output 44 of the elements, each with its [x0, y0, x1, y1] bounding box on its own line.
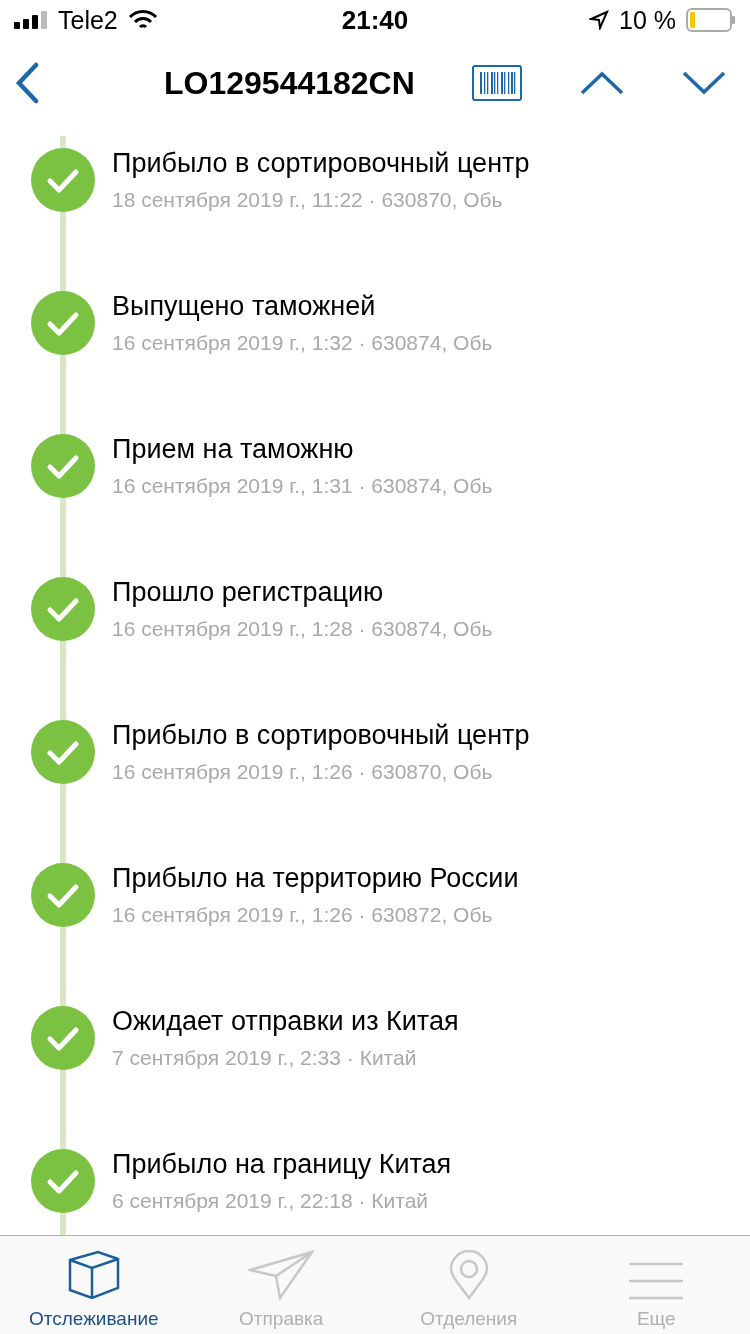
tab-bar-item[interactable]: Отслеживание — [0, 1236, 188, 1334]
carrier-name: Tele2 — [58, 5, 118, 35]
check-circle-icon — [31, 291, 95, 355]
check-circle-icon — [31, 577, 95, 641]
check-circle-icon — [31, 1006, 95, 1070]
event-title: Прибыло в сортировочный центр — [112, 719, 530, 752]
event-details: 16 сентября 2019 г., 1:31 · 630874, Обь — [112, 473, 493, 499]
paper-plane-icon — [248, 1250, 315, 1300]
map-pin-icon — [448, 1250, 489, 1300]
tab-bar-item[interactable]: Еще — [562, 1236, 750, 1334]
event-title: Прибыло на территорию России — [112, 862, 519, 895]
check-circle-icon — [31, 148, 95, 212]
chevron-up-icon[interactable] — [580, 71, 624, 95]
cube-icon — [67, 1250, 120, 1300]
wifi-icon — [127, 9, 158, 31]
event-details: 18 сентября 2019 г., 11:22 · 630870, Обь — [112, 187, 504, 213]
back-icon[interactable] — [14, 62, 40, 104]
check-circle-icon — [31, 863, 95, 927]
signal-icon — [14, 11, 48, 29]
battery-percent: 10 % — [619, 5, 676, 35]
tracking-number: LO129544182CN — [164, 64, 415, 102]
event-details: 6 сентября 2019 г., 22:18 · Китай — [112, 1188, 430, 1214]
event-details: 16 сентября 2019 г., 1:28 · 630874, Обь — [112, 616, 493, 642]
barcode-icon[interactable] — [472, 65, 522, 101]
event-details: 16 сентября 2019 г., 1:32 · 630874, Обь — [112, 330, 493, 356]
event-title: Прибыло на границу Китая — [112, 1148, 452, 1181]
check-circle-icon — [31, 1149, 95, 1213]
battery-icon — [686, 8, 736, 32]
check-circle-icon — [31, 434, 95, 498]
event-details: 16 сентября 2019 г., 1:26 · 630870, Обь — [112, 759, 494, 785]
event-details: 7 сентября 2019 г., 2:33 · Китай — [112, 1045, 418, 1071]
chevron-down-icon[interactable] — [682, 71, 726, 95]
event-title: Ожидает отправки из Китая — [112, 1005, 459, 1038]
location-arrow-icon — [589, 10, 609, 30]
event-details: 16 сентября 2019 г., 1:26 · 630872, Обь — [112, 902, 494, 928]
tab-bar-item[interactable]: Отправка — [187, 1236, 375, 1334]
clock: 21:40 — [341, 4, 409, 36]
event-title: Прием на таможню — [112, 433, 355, 466]
event-title: Прибыло в сортировочный центр — [112, 147, 530, 180]
event-title: Выпущено таможней — [112, 290, 377, 323]
menu-icon — [629, 1262, 684, 1300]
check-circle-icon — [31, 720, 95, 784]
event-title: Прошло регистрацию — [112, 576, 385, 609]
tab-bar-item[interactable]: Отделения — [375, 1236, 563, 1334]
